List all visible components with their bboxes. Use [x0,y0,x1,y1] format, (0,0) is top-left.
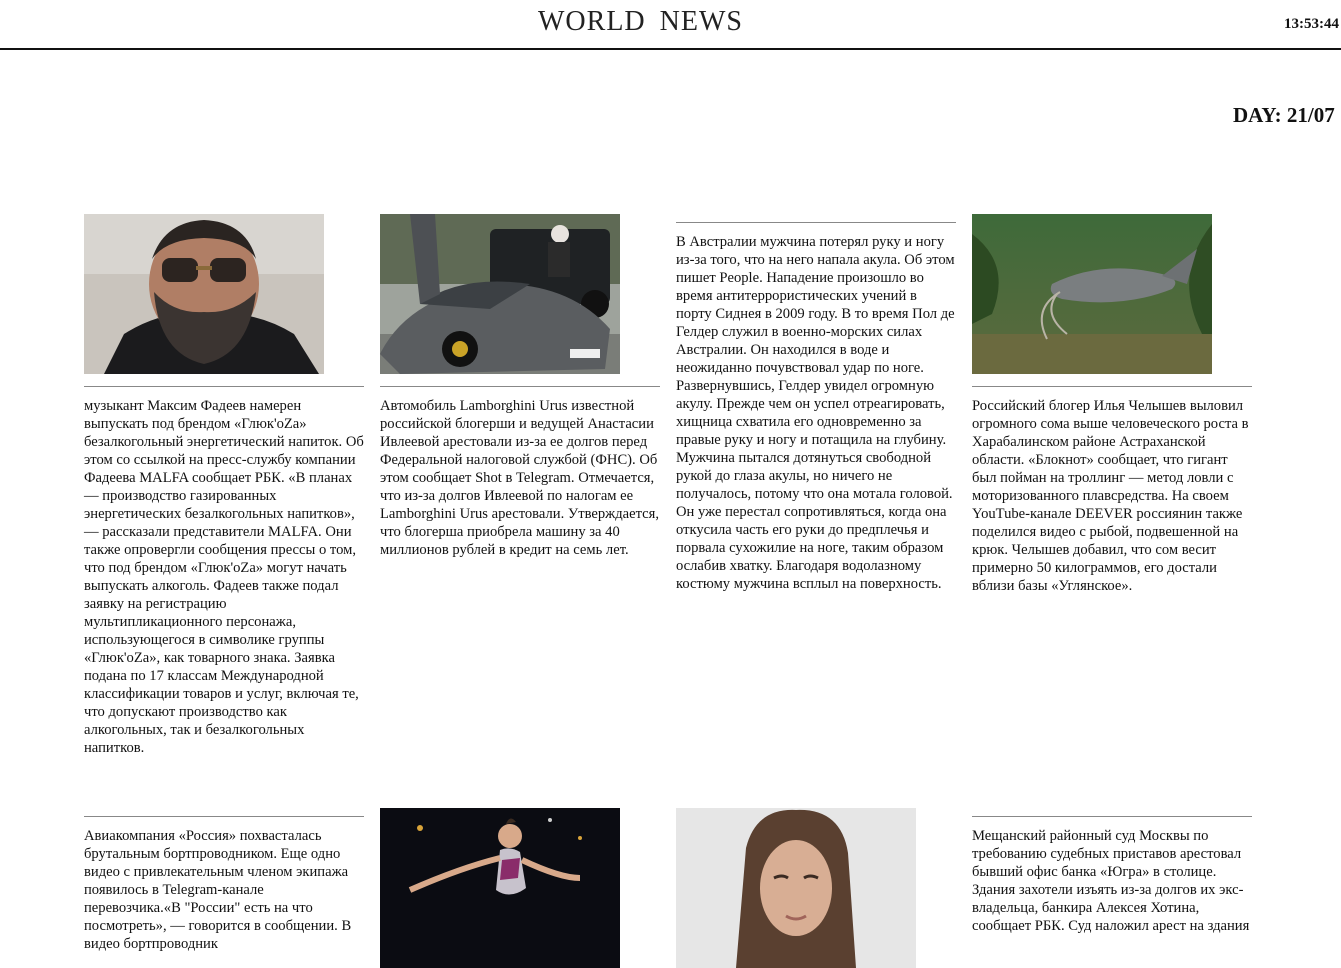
divider [380,386,660,387]
news-card[interactable]: Российский блогер Илья Челышев выловил о… [972,214,1252,595]
man-sunglasses-beard-photo [84,214,324,374]
divider [84,386,364,387]
catfish-underwater-photo [972,214,1212,374]
gymnast-photo [380,808,620,968]
divider [676,222,956,223]
top-bar: WORLD NEWS 13:53:44 [0,0,1341,50]
article-text[interactable]: Мещанский районный суд Москвы по требова… [972,827,1252,935]
article-text[interactable]: Авиакомпания «Россия» похвасталась брута… [84,827,364,953]
article-text[interactable]: Российский блогер Илья Челышев выловил о… [972,397,1252,595]
news-card[interactable]: музыкант Максим Фадеев намерен выпускать… [84,214,364,757]
news-card[interactable]: Автомобиль Lamborghini Urus известной ро… [380,214,660,559]
article-text[interactable]: музыкант Максим Фадеев намерен выпускать… [84,397,364,757]
news-card[interactable] [676,808,956,968]
news-card[interactable]: Мещанский районный суд Москвы по требова… [972,808,1252,935]
lamborghini-car-photo [380,214,620,374]
divider [972,816,1252,817]
divider [84,816,364,817]
divider [972,386,1252,387]
woman-portrait-photo [676,808,916,968]
day-label: DAY: 21/07 [1233,103,1335,127]
news-card[interactable]: Авиакомпания «Россия» похвасталась брута… [84,808,364,953]
clock: 13:53:44 [1284,16,1339,32]
article-text[interactable]: В Австралии мужчина потерял руку и ногу … [676,233,956,593]
news-card[interactable]: В Австралии мужчина потерял руку и ногу … [676,214,956,593]
article-text[interactable]: Автомобиль Lamborghini Urus известной ро… [380,397,660,559]
site-title: WORLD NEWS [538,6,743,37]
news-card[interactable] [380,808,660,968]
